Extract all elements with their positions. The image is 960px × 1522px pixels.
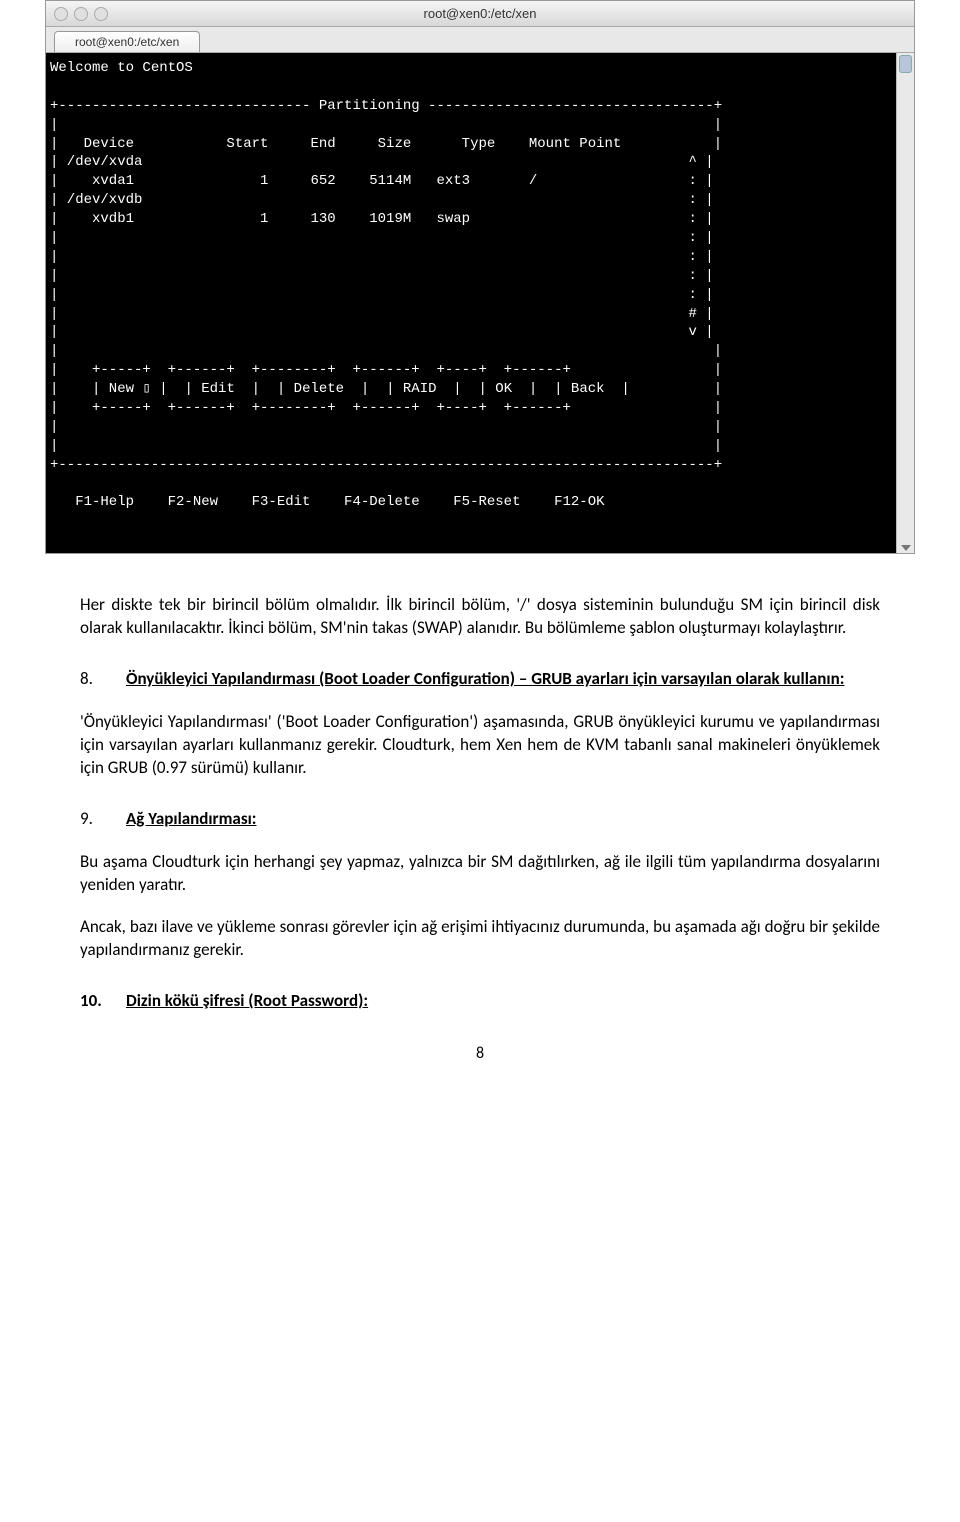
tab-bar: root@xen0:/etc/xen bbox=[46, 27, 914, 53]
heading-title: Dizin kökü şifresi (Root Password): bbox=[126, 990, 368, 1011]
paragraph: 'Önyükleyici Yapılandırması' ('Boot Load… bbox=[80, 711, 880, 780]
heading-number: 9. bbox=[80, 808, 126, 831]
window-titlebar: root@xen0:/etc/xen bbox=[46, 1, 914, 27]
heading-9: 9.Ağ Yapılandırması: bbox=[80, 808, 880, 831]
paragraph: Her diskte tek bir birincil bölüm olmalı… bbox=[80, 594, 880, 640]
heading-8: 8.Önyükleyici Yapılandırması (Boot Loade… bbox=[80, 668, 880, 691]
heading-title: Önyükleyici Yapılandırması (Boot Loader … bbox=[126, 668, 844, 689]
terminal-window: root@xen0:/etc/xen root@xen0:/etc/xen We… bbox=[45, 0, 915, 554]
terminal-output[interactable]: Welcome to CentOS +---------------------… bbox=[46, 53, 896, 553]
heading-10: 10.Dizin kökü şifresi (Root Password): bbox=[80, 990, 880, 1013]
scroll-down-icon[interactable] bbox=[901, 545, 911, 551]
terminal-tab[interactable]: root@xen0:/etc/xen bbox=[54, 31, 200, 52]
window-title: root@xen0:/etc/xen bbox=[46, 6, 914, 21]
page-number: 8 bbox=[80, 1043, 880, 1065]
heading-number: 8. bbox=[80, 668, 126, 691]
paragraph: Ancak, bazı ilave ve yükleme sonrası gör… bbox=[80, 916, 880, 962]
heading-title: Ağ Yapılandırması: bbox=[126, 808, 256, 829]
document-body: Her diskte tek bir birincil bölüm olmalı… bbox=[0, 594, 960, 1105]
scrollbar-thumb[interactable] bbox=[899, 55, 912, 73]
scrollbar[interactable] bbox=[896, 53, 914, 553]
heading-number: 10. bbox=[80, 990, 126, 1013]
paragraph: Bu aşama Cloudturk için herhangi şey yap… bbox=[80, 851, 880, 897]
